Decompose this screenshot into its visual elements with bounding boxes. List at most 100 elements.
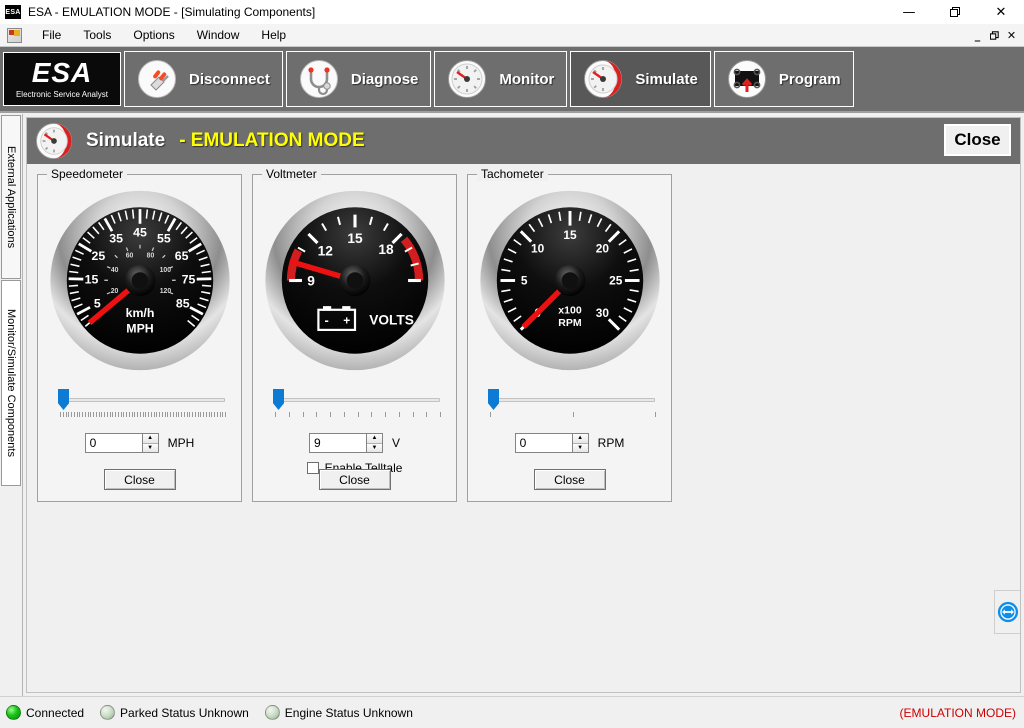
svg-text:30: 30 bbox=[595, 306, 609, 320]
spin-down-voltmeter[interactable]: ▼ bbox=[367, 444, 382, 453]
svg-text:60: 60 bbox=[125, 253, 133, 260]
svg-text:75: 75 bbox=[181, 273, 195, 287]
slider-ticks-speedometer bbox=[60, 412, 225, 419]
slider-voltmeter[interactable] bbox=[263, 387, 446, 421]
esa-logo-subtitle: Electronic Service Analyst bbox=[16, 90, 108, 99]
toolbar-label-simulate: Simulate bbox=[635, 71, 698, 88]
spin-up-voltmeter[interactable]: ▲ bbox=[367, 434, 382, 444]
svg-text:-: - bbox=[324, 312, 328, 327]
status-bar: Connected Parked Status Unknown Engine S… bbox=[0, 696, 1024, 728]
button-row-speedometer: Close bbox=[38, 469, 241, 490]
status-item-parked: Parked Status Unknown bbox=[100, 705, 249, 720]
slider-thumb-voltmeter[interactable] bbox=[273, 389, 284, 410]
spin-up-tachometer[interactable]: ▲ bbox=[573, 434, 588, 444]
maximize-restore-button[interactable] bbox=[932, 0, 978, 24]
rpm-value-input[interactable] bbox=[516, 434, 572, 452]
svg-text:120: 120 bbox=[159, 288, 171, 295]
button-row-tachometer: Close bbox=[468, 469, 671, 490]
close-voltmeter-button[interactable]: Close bbox=[319, 469, 391, 490]
gauge-red-icon bbox=[583, 59, 623, 99]
svg-text:80: 80 bbox=[146, 253, 154, 260]
spin-buttons-voltmeter: ▲ ▼ bbox=[366, 434, 382, 452]
spin-buttons-tachometer: ▲ ▼ bbox=[572, 434, 588, 452]
svg-text:9: 9 bbox=[307, 273, 315, 288]
slider-thumb-speedometer[interactable] bbox=[58, 389, 69, 410]
sidebar-tab-external-applications[interactable]: External Applications bbox=[1, 115, 21, 279]
toolbar-button-program[interactable]: Program bbox=[714, 51, 854, 107]
spin-tachometer[interactable]: ▲ ▼ bbox=[515, 433, 589, 453]
mdi-close-button[interactable]: ✕ bbox=[1003, 27, 1020, 44]
svg-text:65: 65 bbox=[174, 249, 188, 263]
slider-ticks-voltmeter bbox=[275, 412, 440, 419]
svg-text:40: 40 bbox=[110, 267, 118, 274]
status-label-engine: Engine Status Unknown bbox=[285, 706, 413, 720]
teamviewer-icon bbox=[997, 601, 1019, 623]
toolbar-button-diagnose[interactable]: Diagnose bbox=[286, 51, 432, 107]
sidebar-tab-monitor-simulate-components[interactable]: Monitor/Simulate Components bbox=[1, 280, 21, 486]
spin-down-tachometer[interactable]: ▼ bbox=[573, 444, 588, 453]
slider-thumb-tachometer[interactable] bbox=[488, 389, 499, 410]
slider-speedometer[interactable] bbox=[48, 387, 231, 421]
mdi-client-area: Simulate - EMULATION MODE Close Speedome… bbox=[22, 114, 1024, 696]
spin-down-speedometer[interactable]: ▼ bbox=[143, 444, 158, 453]
svg-text:15: 15 bbox=[84, 273, 98, 287]
slider-tachometer[interactable] bbox=[478, 387, 661, 421]
gauge-icon bbox=[447, 59, 487, 99]
gauge-face-x100: x100 bbox=[558, 304, 582, 316]
voltage-value-input[interactable] bbox=[310, 434, 366, 452]
value-row-speedometer: ▲ ▼ MPH bbox=[38, 433, 241, 453]
spin-up-speedometer[interactable]: ▲ bbox=[143, 434, 158, 444]
toolbar-button-simulate[interactable]: Simulate bbox=[570, 51, 711, 107]
menu-item-tools[interactable]: Tools bbox=[72, 25, 122, 45]
main-toolbar: ESA Electronic Service Analyst Disconnec… bbox=[0, 47, 1024, 113]
menu-item-file[interactable]: File bbox=[31, 25, 72, 45]
menu-item-window[interactable]: Window bbox=[186, 25, 251, 45]
plug-disconnect-icon bbox=[137, 59, 177, 99]
slider-track-voltmeter[interactable] bbox=[275, 398, 440, 402]
toolbar-label-program: Program bbox=[779, 71, 841, 88]
unit-label-speedometer: MPH bbox=[168, 436, 195, 450]
spin-voltmeter[interactable]: ▲ ▼ bbox=[309, 433, 383, 453]
mdi-window-icon bbox=[7, 28, 22, 43]
sidebar-tab-label-external-applications: External Applications bbox=[5, 146, 17, 248]
mode-header: Simulate - EMULATION MODE Close bbox=[27, 118, 1020, 164]
status-led-connected bbox=[6, 705, 21, 720]
spin-speedometer[interactable]: ▲ ▼ bbox=[85, 433, 159, 453]
svg-text:100: 100 bbox=[159, 267, 171, 274]
close-simulate-button[interactable]: Close bbox=[944, 124, 1011, 156]
mdi-minimize-button[interactable]: _ bbox=[969, 27, 986, 44]
status-led-parked bbox=[100, 705, 115, 720]
menu-item-help[interactable]: Help bbox=[250, 25, 297, 45]
button-row-voltmeter: Close bbox=[253, 469, 456, 490]
restore-icon bbox=[950, 7, 961, 18]
teamviewer-badge[interactable] bbox=[994, 590, 1020, 634]
close-speedometer-button[interactable]: Close bbox=[104, 469, 176, 490]
gauge-red-icon bbox=[35, 122, 73, 160]
toolbar-button-disconnect[interactable]: Disconnect bbox=[124, 51, 283, 107]
esa-logo[interactable]: ESA Electronic Service Analyst bbox=[3, 52, 121, 106]
chip-upload-icon bbox=[727, 59, 767, 99]
slider-track-speedometer[interactable] bbox=[60, 398, 225, 402]
minimize-button[interactable]: — bbox=[886, 0, 932, 24]
panel-speedometer: Speedometer bbox=[37, 174, 242, 502]
spin-buttons-speedometer: ▲ ▼ bbox=[142, 434, 158, 452]
slider-track-tachometer[interactable] bbox=[490, 398, 655, 402]
mdi-child-controls: _ ✕ bbox=[969, 24, 1020, 47]
status-item-connected: Connected bbox=[6, 705, 84, 720]
close-window-button[interactable]: ✕ bbox=[978, 0, 1024, 24]
mdi-restore-button[interactable] bbox=[986, 27, 1003, 44]
speed-value-input[interactable] bbox=[86, 434, 142, 452]
panel-tachometer: Tachometer bbox=[467, 174, 672, 502]
unit-label-voltmeter: V bbox=[392, 436, 400, 450]
svg-text:35: 35 bbox=[109, 232, 123, 246]
gauge-face-volts: VOLTS bbox=[369, 312, 414, 327]
unit-label-tachometer: RPM bbox=[598, 436, 625, 450]
mode-header-mode: - EMULATION MODE bbox=[179, 130, 364, 152]
menu-item-options[interactable]: Options bbox=[122, 25, 185, 45]
svg-text:10: 10 bbox=[531, 241, 545, 255]
gauge-face-kmh: km/h bbox=[125, 306, 154, 320]
toolbar-button-monitor[interactable]: Monitor bbox=[434, 51, 567, 107]
close-tachometer-button[interactable]: Close bbox=[534, 469, 606, 490]
sidebar-tab-label-monitor-simulate-components: Monitor/Simulate Components bbox=[5, 309, 17, 457]
svg-text:45: 45 bbox=[133, 225, 147, 239]
